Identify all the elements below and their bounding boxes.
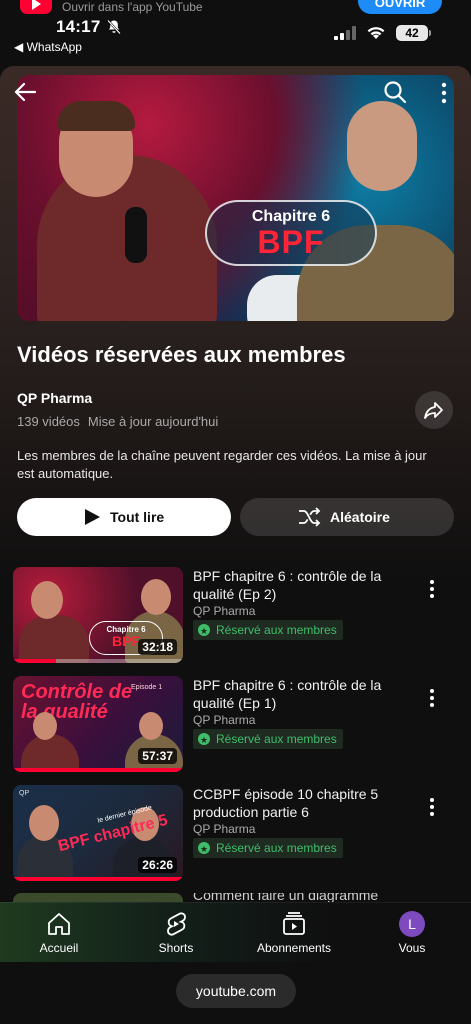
video-title[interactable]: BPF chapitre 6 : contrôle de la qualité … [193,676,413,712]
shorts-icon [167,912,186,936]
wifi-icon [367,27,385,39]
video-list-item[interactable]: QP BPF chapitre 5 le dernier épisode 26:… [0,785,471,885]
watch-progress-bar [13,877,183,881]
more-vertical-icon[interactable] [426,797,438,817]
nav-shorts-label: Shorts [158,941,194,955]
watch-progress-fill [13,877,183,881]
nav-you[interactable]: L Vous [367,911,457,955]
video-channel: QP Pharma [193,604,256,618]
subscriptions-icon [283,912,305,935]
shuffle-label: Aléatoire [330,509,390,525]
playlist-meta: 139 vidéos Mise à jour aujourd'hui [17,414,218,429]
video-duration: 32:18 [138,639,177,655]
thumb-face-left [33,712,57,740]
battery-indicator: 42 [396,25,431,41]
thumb-person-left [21,734,79,772]
home-icon [48,913,70,935]
hero-person-left-hair [57,101,135,131]
video-thumbnail[interactable]: Contrôle de la qualité Episode 1 57:37 [13,676,183,772]
video-thumbnail[interactable]: Chapitre 6 BPF 32:18 [13,567,183,663]
nav-home-label: Accueil [39,941,79,955]
bottom-navigation: Accueil Shorts Abonnements L Vous [0,902,471,962]
search-icon[interactable] [383,80,407,104]
updated-text: Mise à jour aujourd'hui [87,414,219,429]
thumb-face-left [31,581,63,619]
browser-bottom-bar: youtube.com [0,962,471,1024]
video-channel: QP Pharma [193,713,256,727]
video-thumbnail[interactable]: QP BPF chapitre 5 le dernier épisode 26:… [13,785,183,881]
youtube-app-icon [20,0,52,14]
thumb-face-left [29,805,59,841]
share-button[interactable] [415,391,453,429]
shuffle-icon [299,507,321,527]
shuffle-button[interactable]: Aléatoire [240,498,454,536]
member-star-icon [198,621,210,641]
members-only-badge: Réservé aux membres [193,620,343,641]
play-all-label: Tout lire [110,509,165,525]
video-title[interactable]: CCBPF épisode 10 chapitre 5 production p… [193,785,413,821]
mute-bell-icon [107,19,121,35]
member-star-icon [198,839,210,859]
thumb-face-right [139,712,163,740]
watch-progress-bar [13,659,183,663]
cellular-signal-icon [334,26,356,40]
microphone-icon [125,207,147,263]
back-arrow-icon[interactable] [14,82,36,102]
members-only-badge: Réservé aux membres [193,729,343,750]
url-bar[interactable]: youtube.com [176,974,296,1008]
video-list-item[interactable]: Chapitre 6 BPF 32:18 BPF chapitre 6 : co… [0,567,471,667]
watch-progress-fill [13,768,183,772]
video-duration: 26:26 [138,857,177,873]
members-only-label: Réservé aux membres [216,623,337,637]
play-icon [85,509,100,525]
playlist-hero-thumbnail[interactable]: Chapitre 6 BPF [17,75,454,321]
video-channel: QP Pharma [193,822,256,836]
channel-name[interactable]: QP Pharma [17,390,92,406]
more-vertical-icon[interactable] [440,82,448,104]
playlist-title: Vidéos réservées aux membres [17,342,346,367]
play-all-button[interactable]: Tout lire [17,498,231,536]
video-list-item[interactable]: Contrôle de la qualité Episode 1 57:37 B… [0,676,471,776]
members-only-badge: Réservé aux membres [193,838,343,859]
hero-bpf-text: BPF [257,224,325,260]
members-only-label: Réservé aux membres [216,732,337,746]
share-arrow-icon [424,402,443,419]
video-duration: 57:37 [138,748,177,764]
thumb-face-right [141,579,171,615]
nav-subscriptions[interactable]: Abonnements [249,911,339,955]
thumb-person-left [19,615,89,663]
status-bar: 14:17 ◀ WhatsApp 42 [0,16,471,56]
video-count: 139 vidéos [17,414,80,429]
nav-you-label: Vous [398,941,426,955]
open-in-app-banner: Ouvrir dans l'app YouTube OUVRIR [0,0,471,16]
video-title[interactable]: BPF chapitre 6 : contrôle de la qualité … [193,567,413,603]
hero-person-right-face [347,101,417,191]
hero-chapter-pill: Chapitre 6 BPF [205,200,377,266]
watch-progress-bar [13,768,183,772]
avatar: L [399,911,425,937]
back-to-whatsapp-link[interactable]: ◀ WhatsApp [14,40,82,54]
watch-progress-fill [13,659,56,663]
nav-home[interactable]: Accueil [14,911,104,955]
more-vertical-icon[interactable] [426,688,438,708]
playlist-description: Les membres de la chaîne peuvent regarde… [17,448,427,481]
banner-text: Ouvrir dans l'app YouTube [62,0,203,14]
thumb-logo-text: QP [19,790,30,797]
nav-shorts[interactable]: Shorts [131,911,221,955]
member-star-icon [198,730,210,750]
nav-subscriptions-label: Abonnements [256,941,332,955]
more-vertical-icon[interactable] [426,579,438,599]
thumb-episode-text: Episode 1 [131,684,163,691]
open-app-button[interactable]: OUVRIR [358,0,442,14]
members-only-label: Réservé aux membres [216,841,337,855]
status-time: 14:17 [56,17,101,36]
